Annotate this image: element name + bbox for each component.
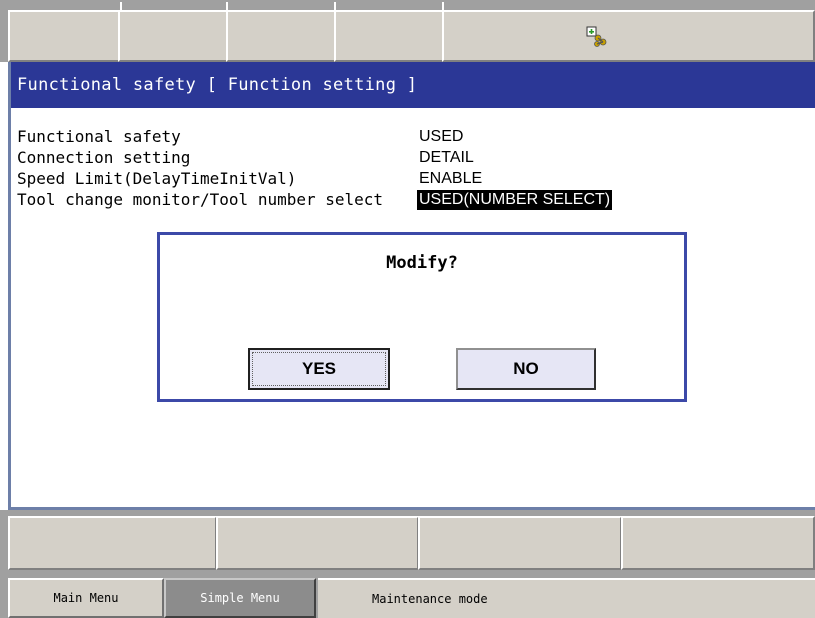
top-button-1[interactable]	[8, 2, 122, 62]
function-key-3[interactable]	[418, 516, 622, 570]
main-panel: Functional safety [ Function setting ] F…	[8, 62, 815, 510]
status-message: Maintenance mode	[318, 578, 815, 618]
function-key-2[interactable]	[216, 516, 419, 570]
setting-value[interactable]: DETAIL	[419, 148, 474, 168]
dialog-title: Modify?	[386, 253, 458, 273]
setting-label: Speed Limit(DelayTimeInitVal)	[17, 169, 297, 188]
setting-value[interactable]: USED	[419, 127, 463, 147]
top-button-3[interactable]	[226, 2, 336, 62]
simple-menu-button[interactable]: Simple Menu	[164, 578, 316, 618]
setting-label: Tool change monitor/Tool number select	[17, 190, 384, 209]
status-bar: Main Menu Simple Menu Maintenance mode	[0, 570, 815, 618]
yes-button[interactable]: YES	[248, 348, 390, 390]
pendant-screen: Functional safety [ Function setting ] F…	[0, 0, 815, 618]
top-button-strip	[0, 0, 815, 62]
function-key-strip	[0, 510, 815, 570]
no-button[interactable]: NO	[456, 348, 596, 390]
function-key-4[interactable]	[621, 516, 815, 570]
top-button-2[interactable]	[118, 2, 228, 62]
window-title: Functional safety [ Function setting ]	[11, 62, 815, 108]
top-button-4[interactable]	[334, 2, 444, 62]
main-menu-button[interactable]: Main Menu	[8, 578, 164, 618]
setting-value-selected[interactable]: USED(NUMBER SELECT)	[417, 190, 613, 210]
confirm-dialog: Modify? YES NO	[157, 232, 687, 402]
robot-jog-icon	[586, 26, 608, 48]
function-key-1[interactable]	[8, 516, 217, 570]
setting-label: Functional safety	[17, 127, 181, 146]
setting-label: Connection setting	[17, 148, 191, 167]
top-button-status[interactable]	[442, 10, 815, 62]
setting-value[interactable]: ENABLE	[419, 169, 482, 189]
